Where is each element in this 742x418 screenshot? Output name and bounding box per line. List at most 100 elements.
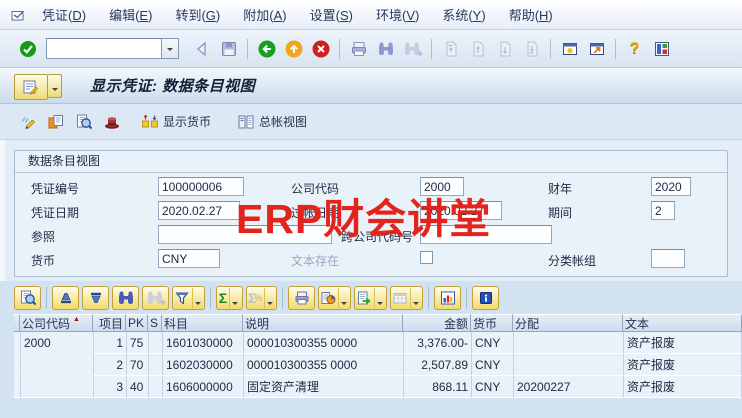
- table-cell[interactable]: 000010300355 0000: [244, 354, 404, 376]
- row-selector[interactable]: [14, 354, 21, 376]
- doc-date-field[interactable]: [158, 201, 240, 220]
- menu-item-6[interactable]: 系统(Y): [442, 5, 485, 24]
- views-dropdown[interactable]: [338, 288, 349, 308]
- column-header-4[interactable]: 科目: [162, 314, 243, 332]
- table-cell[interactable]: [514, 354, 624, 376]
- column-header-8[interactable]: 分配: [513, 314, 623, 332]
- print-button[interactable]: [288, 286, 315, 310]
- menu-item-1[interactable]: 编辑(E): [109, 5, 152, 24]
- layout-dropdown[interactable]: [410, 288, 421, 308]
- currency-field[interactable]: [158, 249, 220, 268]
- detail-button[interactable]: [14, 286, 41, 310]
- menu-item-7[interactable]: 帮助(H): [509, 5, 553, 24]
- find-button[interactable]: [112, 286, 139, 310]
- command-input[interactable]: [46, 38, 162, 59]
- export-button[interactable]: [354, 286, 387, 310]
- table-cell[interactable]: 2000: [21, 332, 94, 354]
- customize-layout-button[interactable]: [648, 35, 675, 62]
- create-shortcut-button[interactable]: [583, 35, 610, 62]
- new-session-button[interactable]: [556, 35, 583, 62]
- table-cell[interactable]: 868.11: [404, 376, 472, 398]
- table-cell[interactable]: [21, 354, 94, 376]
- table-cell[interactable]: 1: [94, 332, 127, 354]
- subtotal-dropdown[interactable]: [264, 288, 275, 308]
- menu-item-4[interactable]: 设置(S): [310, 5, 353, 24]
- table-cell[interactable]: [21, 376, 94, 398]
- table-cell[interactable]: [149, 354, 163, 376]
- enter-button[interactable]: [14, 35, 41, 62]
- fiscal-year-field[interactable]: [651, 177, 691, 196]
- table-cell[interactable]: 3,376.00-: [404, 332, 472, 354]
- help-button[interactable]: ?: [621, 35, 648, 62]
- table-cell[interactable]: CNY: [472, 332, 514, 354]
- sum-button[interactable]: Σ: [216, 286, 243, 310]
- column-header-3[interactable]: S: [148, 314, 162, 332]
- document-header-button[interactable]: [98, 108, 126, 135]
- column-header-5[interactable]: 说明: [243, 314, 403, 332]
- overview-button[interactable]: [14, 74, 48, 100]
- menu-item-2[interactable]: 转到(G): [175, 5, 220, 24]
- table-cell[interactable]: 1601030000: [163, 332, 244, 354]
- table-cell[interactable]: 1606000000: [163, 376, 244, 398]
- sum-dropdown[interactable]: [229, 288, 240, 308]
- text-exists-checkbox[interactable]: [420, 251, 433, 264]
- row-selector[interactable]: [14, 332, 21, 354]
- table-cell[interactable]: [149, 376, 163, 398]
- table-cell[interactable]: 000010300355 0000: [244, 332, 404, 354]
- sort-ascending-button[interactable]: [52, 286, 79, 310]
- table-cell[interactable]: 资产报废: [624, 376, 742, 398]
- filter-dropdown[interactable]: [192, 288, 203, 308]
- table-cell[interactable]: 2,507.89: [404, 354, 472, 376]
- menu-item-3[interactable]: 附加(A): [243, 5, 286, 24]
- menu-item-5[interactable]: 环境(V): [376, 5, 419, 24]
- export-dropdown[interactable]: [374, 288, 385, 308]
- row-selector[interactable]: [14, 376, 21, 398]
- table-cell[interactable]: [149, 332, 163, 354]
- info-button[interactable]: [472, 286, 499, 310]
- table-cell[interactable]: 3: [94, 376, 127, 398]
- display-change-button[interactable]: [14, 108, 42, 135]
- previous-button[interactable]: [188, 35, 215, 62]
- system-menu-icon[interactable]: [10, 8, 26, 22]
- display-currency-button[interactable]: 显示货币: [136, 108, 216, 135]
- column-header-1[interactable]: 项目: [93, 314, 126, 332]
- other-document-button[interactable]: [42, 108, 70, 135]
- column-header-6[interactable]: 金额: [403, 314, 471, 332]
- previous-page-button[interactable]: [464, 35, 491, 62]
- last-page-button[interactable]: [518, 35, 545, 62]
- table-cell[interactable]: 资产报废: [624, 354, 742, 376]
- column-header-7[interactable]: 货币: [471, 314, 513, 332]
- period-field[interactable]: [651, 201, 675, 220]
- print-button[interactable]: [345, 35, 372, 62]
- find-button[interactable]: [372, 35, 399, 62]
- company-code-field[interactable]: [420, 177, 464, 196]
- column-header-2[interactable]: PK: [126, 314, 148, 332]
- back-button[interactable]: [253, 35, 280, 62]
- sort-descending-button[interactable]: [82, 286, 109, 310]
- graphic-button[interactable]: [434, 286, 461, 310]
- table-cell[interactable]: 1602030000: [163, 354, 244, 376]
- save-button[interactable]: [215, 35, 242, 62]
- doc-number-field[interactable]: [158, 177, 244, 196]
- layout-button[interactable]: [390, 286, 423, 310]
- table-cell[interactable]: 2: [94, 354, 127, 376]
- table-cell[interactable]: 75: [127, 332, 149, 354]
- column-header-0[interactable]: 公司代码▲: [20, 314, 93, 332]
- table-cell[interactable]: [514, 332, 624, 354]
- exit-button[interactable]: [280, 35, 307, 62]
- first-page-button[interactable]: [437, 35, 464, 62]
- cancel-button[interactable]: [307, 35, 334, 62]
- table-cell[interactable]: 20200227: [514, 376, 624, 398]
- select-detail-button[interactable]: [70, 108, 98, 135]
- table-cell[interactable]: 资产报废: [624, 332, 742, 354]
- find-next-button[interactable]: [142, 286, 169, 310]
- overview-dropdown-button[interactable]: [48, 74, 62, 98]
- table-cell[interactable]: CNY: [472, 354, 514, 376]
- menu-item-0[interactable]: 凭证(D): [42, 5, 86, 24]
- column-header-9[interactable]: 文本: [623, 314, 742, 332]
- next-page-button[interactable]: [491, 35, 518, 62]
- general-ledger-view-button[interactable]: 总帐视图: [232, 108, 312, 135]
- table-cell[interactable]: 40: [127, 376, 149, 398]
- command-dropdown-button[interactable]: [162, 38, 179, 59]
- find-next-button[interactable]: [399, 35, 426, 62]
